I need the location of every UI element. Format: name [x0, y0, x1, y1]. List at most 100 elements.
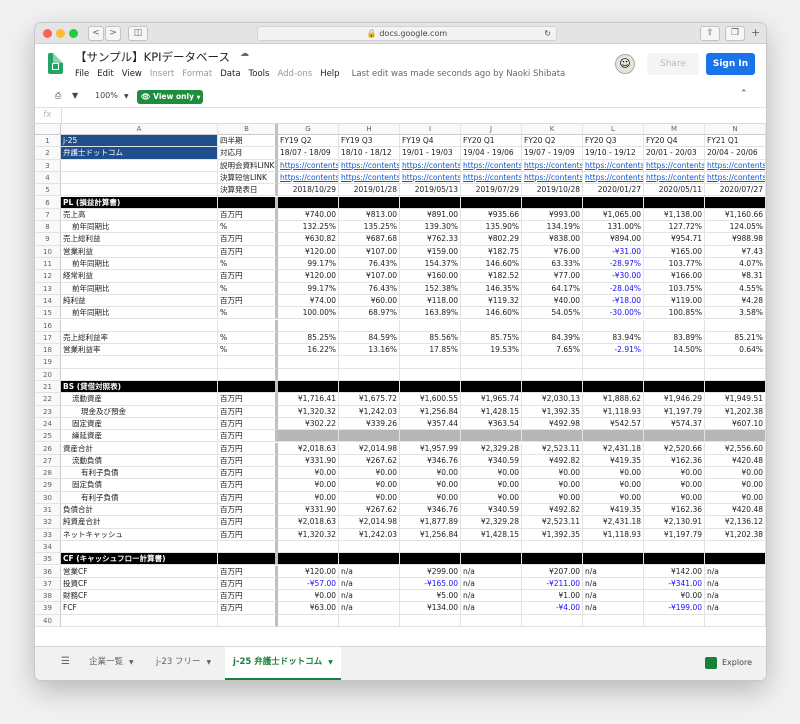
row-header[interactable]: 17 — [35, 331, 61, 345]
row-header[interactable]: 31 — [35, 504, 61, 517]
data-cell[interactable]: ¥0.00 — [583, 491, 644, 504]
data-cell[interactable]: -28.97% — [583, 258, 644, 271]
data-cell[interactable]: n/a — [705, 577, 766, 591]
row-header[interactable]: 16 — [35, 319, 61, 332]
data-cell[interactable]: ¥165.00 — [644, 245, 705, 258]
section-header[interactable]: PL (損益計算書) — [61, 196, 218, 209]
section-cell[interactable] — [583, 381, 644, 394]
data-cell[interactable]: ¥542.57 — [583, 417, 644, 431]
data-cell[interactable]: ¥1,197.79 — [644, 405, 705, 418]
data-cell[interactable]: 2019/07/29 — [461, 184, 522, 197]
data-cell[interactable]: ¥1,256.84 — [400, 405, 461, 418]
unit-cell[interactable]: 百万円 — [218, 528, 278, 541]
column-header-G[interactable]: G — [278, 124, 339, 135]
data-cell[interactable]: -¥31.00 — [583, 245, 644, 258]
data-cell[interactable]: 135.90% — [461, 221, 522, 234]
row-label[interactable]: 財務CF — [61, 590, 218, 603]
unit-cell[interactable]: 百万円 — [218, 294, 278, 308]
data-cell[interactable]: ¥2,030.13 — [522, 393, 583, 406]
data-cell[interactable]: ¥0.00 — [339, 467, 400, 480]
data-cell[interactable]: 76.43% — [339, 282, 400, 295]
data-cell[interactable]: 163.89% — [400, 307, 461, 320]
row-label[interactable]: 純資産合計 — [61, 516, 218, 529]
data-cell[interactable]: ¥299.00 — [400, 565, 461, 578]
row-label[interactable]: 流動資産 — [61, 393, 218, 406]
data-cell[interactable]: 152.38% — [400, 282, 461, 295]
unit-cell[interactable]: % — [218, 344, 278, 357]
data-cell[interactable]: ¥838.00 — [522, 233, 583, 246]
row-header[interactable]: 22 — [35, 393, 61, 406]
data-cell[interactable]: 83.94% — [583, 331, 644, 345]
formula-bar[interactable]: fx — [35, 108, 766, 124]
sheet-tab[interactable]: j-25 弁護士ドットコム ▼ — [225, 647, 341, 680]
unit-cell[interactable]: 百万円 — [218, 208, 278, 222]
data-cell[interactable]: ¥935.66 — [461, 208, 522, 222]
sheet-tab[interactable]: j-23 フリー ▼ — [148, 647, 219, 680]
cloud-icon[interactable]: ☁ — [240, 49, 249, 59]
data-cell[interactable]: ¥1,118.93 — [583, 528, 644, 541]
link-cell[interactable]: https://contents — [705, 159, 766, 172]
data-cell[interactable]: ¥1,965.74 — [461, 393, 522, 406]
row-label[interactable]: 固定資産 — [61, 417, 218, 431]
data-cell[interactable]: -¥18.00 — [583, 294, 644, 308]
menu-item-help[interactable]: Help — [320, 69, 339, 79]
data-cell[interactable]: FY19 Q4 — [400, 135, 461, 148]
data-cell[interactable]: ¥0.00 — [339, 491, 400, 504]
data-cell[interactable]: ¥802.29 — [461, 233, 522, 246]
column-header-J[interactable]: J — [461, 124, 522, 135]
data-cell[interactable]: ¥166.00 — [644, 270, 705, 283]
data-cell[interactable] — [583, 614, 644, 627]
data-cell[interactable]: ¥2,329.28 — [461, 516, 522, 529]
data-cell[interactable]: 19/04 - 19/06 — [461, 147, 522, 160]
section-cell[interactable] — [522, 381, 583, 394]
section-cell[interactable] — [522, 553, 583, 566]
unit-cell[interactable]: 四半期 — [218, 135, 278, 148]
data-cell[interactable]: ¥0.00 — [522, 491, 583, 504]
data-cell[interactable]: 146.60% — [461, 258, 522, 271]
row-header[interactable]: 33 — [35, 528, 61, 541]
row-header[interactable]: 28 — [35, 467, 61, 480]
data-cell[interactable]: -¥57.00 — [278, 577, 339, 591]
data-cell[interactable]: ¥182.75 — [461, 245, 522, 258]
data-cell[interactable]: 132.25% — [278, 221, 339, 234]
data-cell[interactable] — [705, 356, 766, 369]
sheets-list-icon[interactable]: ☰ — [53, 647, 78, 680]
section-cell[interactable] — [339, 381, 400, 394]
data-cell[interactable]: ¥1,949.51 — [705, 393, 766, 406]
filter-icon[interactable]: ▼ — [72, 91, 78, 100]
data-cell[interactable]: 19.53% — [461, 344, 522, 357]
link-cell[interactable]: https://contents.x — [278, 171, 339, 185]
column-header-H[interactable]: H — [339, 124, 400, 135]
data-cell[interactable] — [278, 540, 339, 554]
data-cell[interactable]: FY20 Q2 — [522, 135, 583, 148]
link-cell[interactable]: https://contents — [705, 171, 766, 185]
row-header[interactable]: 26 — [35, 442, 61, 455]
data-cell[interactable]: ¥0.00 — [583, 467, 644, 480]
data-cell[interactable]: ¥8.31 — [705, 270, 766, 283]
data-cell[interactable]: ¥134.00 — [400, 602, 461, 615]
data-cell[interactable]: ¥1,320.32 — [278, 405, 339, 418]
data-cell[interactable] — [278, 368, 339, 381]
data-cell[interactable]: ¥0.00 — [461, 491, 522, 504]
section-cell[interactable] — [400, 381, 461, 394]
data-cell[interactable]: ¥2,014.98 — [339, 516, 400, 529]
data-cell[interactable]: 4.07% — [705, 258, 766, 271]
data-cell[interactable]: 134.19% — [522, 221, 583, 234]
data-cell[interactable] — [705, 368, 766, 381]
menu-item-data[interactable]: Data — [220, 69, 240, 79]
data-cell[interactable] — [339, 368, 400, 381]
data-cell[interactable] — [705, 319, 766, 332]
data-cell[interactable] — [522, 368, 583, 381]
data-cell[interactable]: ¥954.71 — [644, 233, 705, 246]
data-cell[interactable] — [461, 356, 522, 369]
sign-in-button[interactable]: Sign In — [706, 53, 755, 75]
row-label[interactable]: 資産合計 — [61, 442, 218, 455]
data-cell[interactable] — [278, 319, 339, 332]
data-cell[interactable]: 2020/01/27 — [583, 184, 644, 197]
data-cell[interactable] — [461, 540, 522, 554]
data-cell[interactable]: ¥2,431.18 — [583, 516, 644, 529]
data-cell[interactable]: ¥340.59 — [461, 454, 522, 468]
data-cell[interactable]: FY19 Q2 — [278, 135, 339, 148]
unit-cell[interactable]: 百万円 — [218, 233, 278, 246]
row-label[interactable]: 固定負債 — [61, 479, 218, 492]
